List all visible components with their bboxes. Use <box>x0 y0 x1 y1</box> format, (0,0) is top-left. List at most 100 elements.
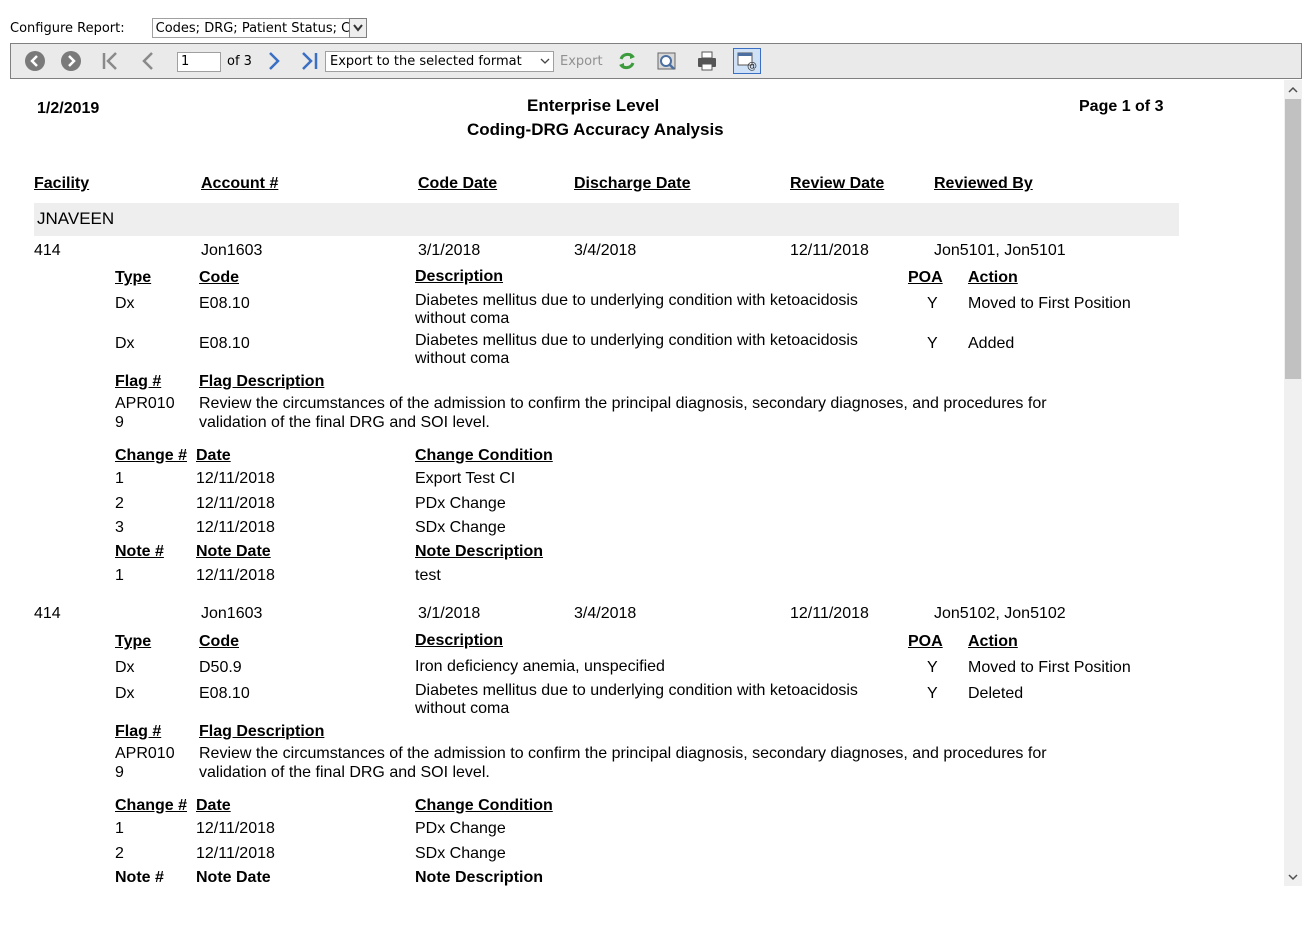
record-facility: 414 <box>34 242 61 259</box>
page-number-input[interactable]: 1 <box>177 52 221 72</box>
code-value: E08.10 <box>199 295 250 312</box>
sub-header-flag-no: Flag # <box>115 373 162 390</box>
back-circle-icon[interactable] <box>23 49 47 73</box>
header-discharge-date[interactable]: Discharge Date <box>574 175 691 193</box>
sub-header-note-description: Note Description <box>415 543 544 560</box>
sub-header-flag-description: Flag Description <box>199 723 325 740</box>
record-facility: 414 <box>34 605 61 622</box>
sub-header-note-date: Note Date <box>196 543 271 560</box>
change-date: 12/11/2018 <box>196 820 275 837</box>
sub-header-poa: POA <box>908 269 943 286</box>
record-discharge-date: 3/4/2018 <box>574 242 637 259</box>
sub-header-type: Type <box>115 633 152 650</box>
sub-header-action: Action <box>968 633 1018 650</box>
change-date: 12/11/2018 <box>196 845 275 862</box>
code-action: Moved to First Position <box>968 295 1131 312</box>
change-condition: SDx Change <box>415 845 506 862</box>
configure-report-bar: Configure Report: Codes; DRG; Patient St… <box>10 14 367 42</box>
change-number: 1 <box>115 820 124 837</box>
code-value: E08.10 <box>199 335 250 352</box>
change-condition: Export Test CI <box>415 470 516 487</box>
sub-header-change-no: Change # <box>115 447 188 464</box>
report-page-label: Page 1 of 3 <box>1079 98 1164 115</box>
header-review-date[interactable]: Review Date <box>790 175 884 193</box>
note-description: test <box>415 567 441 584</box>
sub-header-code: Code <box>199 269 239 286</box>
sub-header-poa: POA <box>908 633 943 650</box>
export-button[interactable]: Export <box>560 54 603 69</box>
note-date: 12/11/2018 <box>196 567 275 584</box>
code-poa: Y <box>927 335 938 352</box>
sub-header-note-date: Note Date <box>196 869 271 886</box>
sub-header-note-no: Note # <box>115 869 164 886</box>
sub-header-type: Type <box>115 269 152 286</box>
flag-description: Review the circumstances of the admissio… <box>199 745 1047 781</box>
code-value: E08.10 <box>199 685 250 702</box>
report-date: 1/2/2019 <box>37 100 100 117</box>
refresh-icon[interactable] <box>615 49 639 73</box>
code-type: Dx <box>115 295 135 312</box>
report-title-2: Coding-DRG Accuracy Analysis <box>467 120 724 139</box>
code-poa: Y <box>927 295 938 312</box>
group-name: JNAVEEN <box>37 209 115 228</box>
sub-header-note-description: Note Description <box>415 869 544 886</box>
note-number: 1 <box>115 567 124 584</box>
code-description: Diabetes mellitus due to underlying cond… <box>415 292 858 327</box>
code-type: Dx <box>115 659 135 676</box>
report-viewer: 1/2/2019 Enterprise Level Coding-DRG Acc… <box>10 80 1302 886</box>
change-number: 3 <box>115 519 124 536</box>
email-icon[interactable]: @ <box>733 48 761 74</box>
header-facility[interactable]: Facility <box>34 175 89 193</box>
change-condition: PDx Change <box>415 820 506 837</box>
code-value: D50.9 <box>199 659 242 676</box>
record-account: Jon1603 <box>201 242 263 259</box>
change-number: 2 <box>115 495 124 512</box>
page-count-label: of 3 <box>227 54 252 69</box>
report-scrollbar[interactable] <box>1284 80 1302 886</box>
sub-header-date: Date <box>196 797 231 814</box>
code-action: Moved to First Position <box>968 659 1131 676</box>
code-action: Added <box>968 335 1015 352</box>
chevron-down-icon <box>537 54 553 69</box>
code-description: Diabetes mellitus due to underlying cond… <box>415 682 858 717</box>
export-format-value: Export to the selected format <box>330 54 522 69</box>
find-icon[interactable] <box>655 49 679 73</box>
code-poa: Y <box>927 659 938 676</box>
sub-header-date: Date <box>196 447 231 464</box>
header-account[interactable]: Account # <box>201 175 278 193</box>
print-icon[interactable] <box>695 49 719 73</box>
scroll-down-icon[interactable] <box>1284 868 1302 886</box>
report-toolbar: 1 of 3 Export to the selected format Exp… <box>10 43 1302 79</box>
record-code-date: 3/1/2018 <box>418 605 481 622</box>
forward-circle-icon[interactable] <box>59 49 83 73</box>
scroll-up-icon[interactable] <box>1284 80 1302 98</box>
svg-text:@: @ <box>747 61 757 71</box>
change-date: 12/11/2018 <box>196 495 275 512</box>
change-condition: SDx Change <box>415 519 506 536</box>
header-reviewed-by[interactable]: Reviewed By <box>934 175 1033 193</box>
first-page-icon[interactable] <box>99 49 123 73</box>
code-action: Deleted <box>968 685 1024 702</box>
change-condition: PDx Change <box>415 495 506 512</box>
last-page-icon[interactable] <box>297 49 321 73</box>
change-number: 2 <box>115 845 124 862</box>
report-title-1: Enterprise Level <box>527 96 660 115</box>
change-date: 12/11/2018 <box>196 470 275 487</box>
record-review-date: 12/11/2018 <box>790 242 869 259</box>
sub-header-action: Action <box>968 269 1018 286</box>
configure-report-label: Configure Report: <box>10 20 125 36</box>
configure-report-select[interactable]: Codes; DRG; Patient Status; Ch <box>151 18 367 38</box>
sub-header-description: Description <box>415 632 504 649</box>
scrollbar-thumb[interactable] <box>1285 99 1301 379</box>
export-format-select[interactable]: Export to the selected format <box>325 51 554 72</box>
configure-report-value: Codes; DRG; Patient Status; Ch <box>155 20 349 36</box>
header-code-date[interactable]: Code Date <box>418 175 497 193</box>
prev-page-icon[interactable] <box>137 49 161 73</box>
chevron-down-icon[interactable] <box>348 18 367 38</box>
record-review-date: 12/11/2018 <box>790 605 869 622</box>
flag-description: Review the circumstances of the admissio… <box>199 395 1047 431</box>
next-page-icon[interactable] <box>261 49 285 73</box>
change-number: 1 <box>115 470 124 487</box>
record-code-date: 3/1/2018 <box>418 242 481 259</box>
sub-header-flag-no: Flag # <box>115 723 162 740</box>
